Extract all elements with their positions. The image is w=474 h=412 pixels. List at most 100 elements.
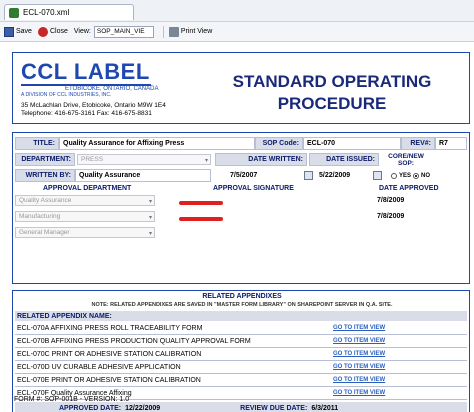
tab-bar: ECL-070.xml — [0, 0, 474, 22]
tab-title: ECL-070.xml — [23, 8, 70, 17]
company-logo: CCL LABEL ETOBICOKE, ONTARIO, CANADA A D… — [21, 61, 201, 118]
approval-department-select[interactable]: Quality Assurance ▾ — [15, 195, 155, 206]
approval-signature-header: APPROVAL SIGNATURE — [213, 185, 294, 192]
title-field[interactable]: Quality Assurance for Affixing Press — [59, 137, 255, 150]
yes-label: YES — [399, 172, 412, 179]
date-issued-label: DATE ISSUED: — [309, 153, 379, 166]
save-button[interactable]: Save — [4, 26, 32, 37]
save-icon — [4, 26, 14, 37]
department-label: DEPARTMENT: — [15, 153, 75, 166]
approval-department-value: Quality Assurance — [19, 197, 72, 204]
approval-department-value: Manufacturing — [19, 213, 61, 220]
redacted-signature — [179, 201, 223, 205]
title-line-2: PROCEDURE — [277, 94, 387, 113]
written-by-row: WRITTEN BY: Quality Assurance 7/5/2007 5… — [15, 169, 430, 182]
list-item: ECL-070B AFFIXING PRESS PRODUCTION QUALI… — [15, 335, 467, 348]
close-label: Close — [49, 28, 68, 35]
xml-file-icon — [9, 7, 19, 18]
date-issued-field[interactable]: 5/22/2009 — [316, 169, 370, 182]
address-line: 35 McLachlan Drive, Etobicoke, Ontario M… — [21, 102, 166, 109]
appendix-name: ECL-070C PRINT OR ADHESIVE STATION CALIB… — [17, 350, 202, 358]
appendix-name: ECL-070D UV CURABLE ADHESIVE APPLICATION — [17, 363, 181, 371]
calendar-icon[interactable] — [304, 171, 313, 180]
appendix-name-header: RELATED APPENDIX NAME: — [15, 311, 467, 321]
view-label: View: — [73, 28, 91, 35]
form-number: FORM #: SOP-001B - VERSION: 1.0 — [14, 396, 130, 403]
department-row: DEPARTMENT: PRESS ▾ DATE WRITTEN: DATE I… — [15, 153, 431, 167]
core-label-line: CORE/NEW — [388, 152, 424, 160]
save-label: Save — [16, 28, 32, 35]
core-new-label: CORE/NEW SOP: — [381, 153, 431, 167]
date-approved-value: 7/8/2009 — [377, 213, 405, 220]
department-select[interactable]: PRESS ▾ — [77, 154, 211, 165]
view-select-value: SOP_MAIN_VIE — [96, 28, 145, 35]
appendix-name: ECL-070B AFFIXING PRESS PRODUCTION QUALI… — [17, 337, 251, 345]
calendar-icon[interactable] — [373, 171, 382, 180]
core-no-radio[interactable] — [413, 172, 420, 179]
logo-division: A DIVISION OF CCL INDUSTRIES, INC. — [21, 92, 112, 98]
go-to-item-view-link[interactable]: GO TO ITEM VIEW — [333, 351, 385, 357]
toolbar-divider — [162, 25, 164, 38]
approval-row: Quality Assurance ▾ — [15, 195, 155, 206]
chevron-down-icon: ▾ — [148, 231, 152, 237]
go-to-item-view-link[interactable]: GO TO ITEM VIEW — [333, 377, 385, 383]
sop-code-field[interactable]: ECL-070 — [303, 137, 401, 150]
title-label: TITLE: — [15, 137, 59, 150]
go-to-item-view-link[interactable]: GO TO ITEM VIEW — [333, 364, 385, 370]
list-item: ECL-070E PRINT OR ADHESIVE STATION CALIB… — [15, 374, 467, 387]
approved-date-label: APPROVED DATE: — [59, 405, 122, 412]
sop-label-line: SOP: — [398, 159, 414, 167]
go-to-item-view-link[interactable]: GO TO ITEM VIEW — [333, 390, 385, 396]
date-written-field[interactable]: 7/5/2007 — [227, 169, 301, 182]
approval-department-select[interactable]: Manufacturing ▾ — [15, 211, 155, 222]
appendixes-note: NOTE: RELATED APPENDIXES ARE SAVED IN "M… — [91, 302, 393, 308]
approval-row: Manufacturing ▾ — [15, 211, 155, 222]
chevron-down-icon: ▾ — [148, 199, 152, 205]
print-icon — [168, 26, 179, 37]
sop-header: CCL LABEL ETOBICOKE, ONTARIO, CANADA A D… — [12, 52, 470, 124]
written-by-field[interactable]: Quality Assurance — [75, 169, 211, 182]
approval-department-header: APPROVAL DEPARTMENT — [43, 185, 132, 192]
approval-department-select[interactable]: General Manager ▾ — [15, 227, 155, 238]
list-item: ECL-070C PRINT OR ADHESIVE STATION CALIB… — [15, 348, 467, 361]
date-approved-header: DATE APPROVED — [379, 185, 439, 192]
logo-text: CCL LABEL — [21, 59, 150, 84]
written-by-label: WRITTEN BY: — [15, 169, 75, 182]
sop-code-label: SOP Code: — [255, 137, 303, 150]
close-icon — [37, 26, 48, 37]
redacted-signature — [179, 217, 223, 221]
date-approved-value: 7/8/2009 — [377, 197, 405, 204]
approval-row: General Manager ▾ — [15, 227, 155, 238]
go-to-item-view-link[interactable]: GO TO ITEM VIEW — [333, 338, 385, 344]
rev-field[interactable]: R7 — [435, 137, 467, 150]
review-due-date-value: 6/3/2011 — [311, 405, 339, 412]
department-value: PRESS — [81, 156, 104, 163]
review-due-date-label: REVIEW DUE DATE: — [240, 405, 308, 412]
approval-department-value: General Manager — [19, 229, 70, 236]
related-appendixes: RELATED APPENDIXES NOTE: RELATED APPENDI… — [12, 290, 470, 412]
print-view-button[interactable]: Print View — [168, 26, 213, 37]
view-select[interactable]: SOP_MAIN_VIE — [93, 25, 154, 38]
no-label: NO — [421, 172, 431, 179]
chevron-down-icon: ▾ — [204, 158, 208, 164]
print-view-label: Print View — [180, 28, 213, 35]
rev-label: REV#: — [401, 137, 435, 150]
document-tab[interactable]: ECL-070.xml — [4, 4, 134, 20]
phone-line: Telephone: 416-675-3161 Fax: 416-675-883… — [21, 110, 152, 117]
chevron-down-icon: ▾ — [148, 215, 152, 221]
sop-metadata: TITLE: Quality Assurance for Affixing Pr… — [12, 132, 470, 284]
list-item: ECL-070A AFFIXING PRESS ROLL TRACEABILIT… — [15, 322, 467, 335]
form-toolbar: Save Close View: SOP_MAIN_VIE Print View — [0, 22, 474, 42]
approval-dates-row: APPROVED DATE: 12/22/2009 REVIEW DUE DAT… — [15, 402, 467, 412]
sop-document: CCL LABEL ETOBICOKE, ONTARIO, CANADA A D… — [12, 52, 472, 412]
appendixes-title: RELATED APPENDIXES — [202, 293, 282, 300]
list-item: ECL-070D UV CURABLE ADHESIVE APPLICATION… — [15, 361, 467, 374]
close-button[interactable]: Close — [37, 26, 68, 37]
appendix-name: ECL-070E PRINT OR ADHESIVE STATION CALIB… — [17, 376, 201, 384]
company-address: 35 McLachlan Drive, Etobicoke, Ontario M… — [21, 102, 201, 118]
approved-date-value: 12/22/2009 — [125, 405, 161, 412]
title-line-1: STANDARD OPERATING — [232, 72, 432, 91]
appendix-name: ECL-070A AFFIXING PRESS ROLL TRACEABILIT… — [17, 324, 203, 332]
core-yes-radio[interactable] — [391, 172, 397, 179]
go-to-item-view-link[interactable]: GO TO ITEM VIEW — [333, 325, 385, 331]
